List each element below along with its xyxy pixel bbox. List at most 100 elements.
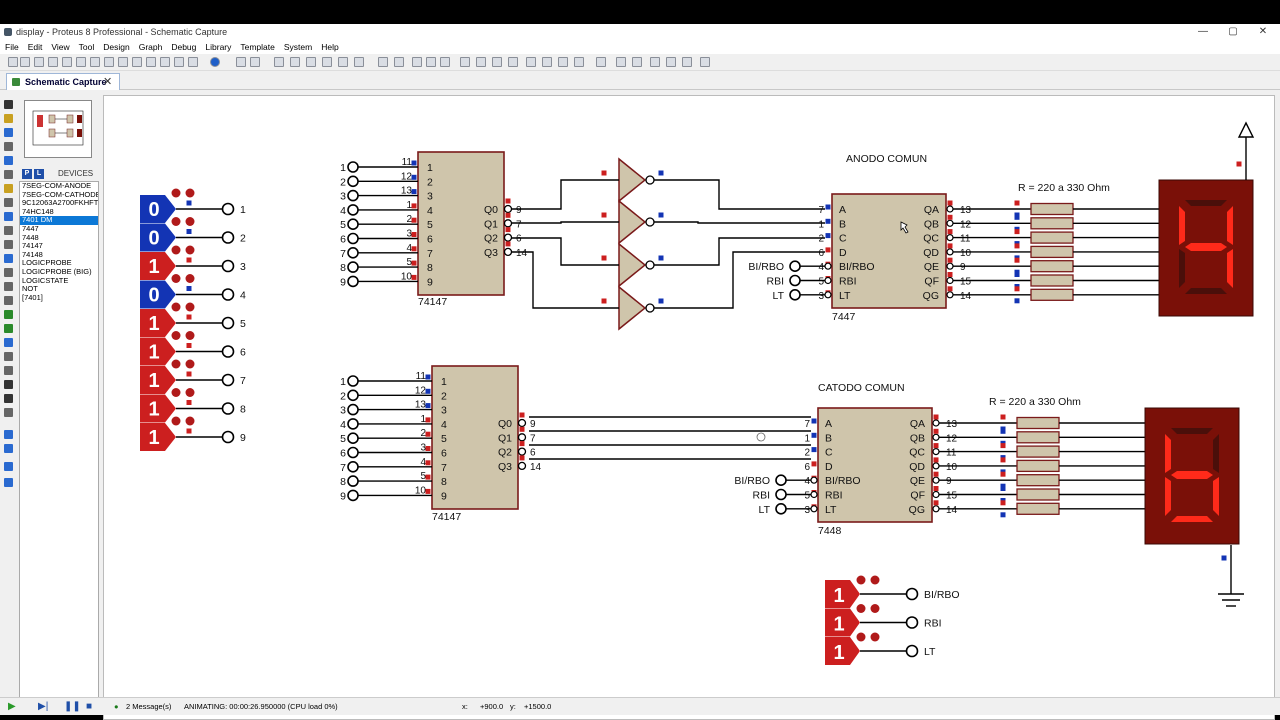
logic-indicator: [411, 274, 417, 280]
probe-icon: [171, 388, 181, 397]
pin-label: 8: [441, 476, 447, 488]
input-terminal: [347, 418, 359, 430]
pin-label: D: [825, 461, 833, 473]
logic-indicator: [601, 212, 607, 218]
seven-seg-segment: [1227, 249, 1233, 288]
not-gate: [618, 285, 647, 331]
logic-indicator: [186, 343, 192, 348]
logic-indicator: [425, 417, 431, 423]
pin-label: C: [825, 447, 833, 459]
input-label: 7: [340, 462, 346, 474]
seven-seg-segment: [1171, 516, 1213, 522]
pin-label: 3: [441, 405, 447, 417]
output-terminal: [905, 616, 919, 629]
seven-seg-segment: [1185, 288, 1227, 294]
pin-number: 5: [818, 277, 824, 288]
terminal-label: LT: [924, 646, 936, 658]
probe-icon: [185, 188, 195, 198]
pin-label: QF: [910, 490, 925, 502]
pin-label: QE: [910, 475, 925, 487]
output-terminal: [905, 644, 919, 658]
pin-number: 14: [530, 462, 542, 473]
input-label: 2: [340, 176, 346, 188]
pin-number: 14: [960, 291, 972, 302]
wire: [654, 221, 825, 224]
logic-indicator: [658, 255, 664, 261]
input-terminal: [347, 403, 359, 416]
probe-icon: [856, 604, 866, 613]
input-label: 9: [340, 276, 346, 288]
terminal-label: 4: [240, 290, 246, 302]
input-label: 8: [340, 262, 346, 274]
output-terminal: [221, 316, 235, 330]
probe-icon: [171, 331, 181, 340]
inverting-bubble: [932, 462, 940, 470]
logic-indicator: [186, 314, 192, 320]
logic-indicator: [411, 174, 417, 180]
logic-indicator: [425, 488, 431, 494]
pin-label: QD: [923, 247, 939, 259]
inverting-bubble: [824, 291, 832, 299]
resistor: [1030, 274, 1074, 287]
input-terminal: [347, 475, 359, 487]
pin-number: 7: [804, 419, 810, 430]
probe-icon: [171, 302, 181, 312]
output-terminal: [221, 259, 235, 273]
logic-indicator: [947, 257, 953, 263]
pin-number: 15: [946, 491, 958, 502]
control-label: RBI: [752, 490, 770, 502]
input-label: 2: [340, 390, 346, 402]
input-terminal: [347, 460, 359, 473]
probe-icon: [171, 274, 181, 283]
output-terminal: [221, 373, 235, 387]
input-label: 3: [340, 405, 346, 417]
logic-indicator: [186, 371, 192, 377]
inverting-bubble: [645, 175, 655, 185]
logicstate-value: 1: [148, 399, 159, 421]
seven-seg-segment: [1171, 471, 1213, 479]
pin-number: 12: [960, 219, 972, 230]
pin-label: 5: [441, 433, 447, 445]
probe-icon: [856, 632, 866, 642]
resistor-label: R = 220 a 330 Ohm: [989, 396, 1081, 408]
inverting-bubble: [810, 490, 818, 499]
resistor: [1016, 488, 1060, 501]
logic-indicator: [947, 272, 953, 277]
input-terminal: [347, 489, 359, 502]
logic-indicator: [411, 160, 417, 166]
output-terminal: [905, 587, 919, 601]
pin-label: Q0: [498, 418, 512, 430]
logic-indicator: [186, 428, 192, 434]
input-terminal: [347, 261, 359, 273]
pin-label: 7: [441, 462, 447, 474]
resistor: [1030, 231, 1074, 244]
pin-label: LT: [825, 504, 837, 516]
logic-indicator: [519, 426, 525, 432]
pin-label: C: [839, 233, 847, 245]
input-terminal: [347, 375, 359, 387]
pin-label: 2: [441, 390, 447, 402]
logic-indicator: [186, 400, 192, 405]
pin-number: 11: [960, 234, 971, 245]
pin-label: Q1: [498, 432, 512, 444]
pin-number: 4: [804, 476, 810, 487]
input-label: 5: [340, 433, 346, 445]
inverting-bubble: [946, 219, 954, 227]
logic-indicator: [1236, 161, 1242, 167]
inverting-bubble: [645, 217, 655, 227]
pin-number: 12: [401, 171, 413, 182]
logicstate-value: 1: [148, 313, 159, 335]
probe-icon: [856, 575, 866, 585]
logicstate-value: 0: [148, 228, 159, 250]
logic-indicator: [505, 212, 511, 218]
pin-number: 5: [804, 491, 810, 502]
control-terminal: [775, 474, 787, 487]
inverting-bubble: [946, 234, 954, 242]
pin-number: 3: [804, 505, 810, 516]
pin-number: 6: [818, 248, 824, 259]
logic-indicator: [933, 443, 939, 449]
pin-number: 11: [402, 157, 413, 168]
pin-number: 14: [516, 248, 528, 259]
probe-icon: [870, 575, 880, 585]
logic-indicator: [658, 170, 664, 176]
